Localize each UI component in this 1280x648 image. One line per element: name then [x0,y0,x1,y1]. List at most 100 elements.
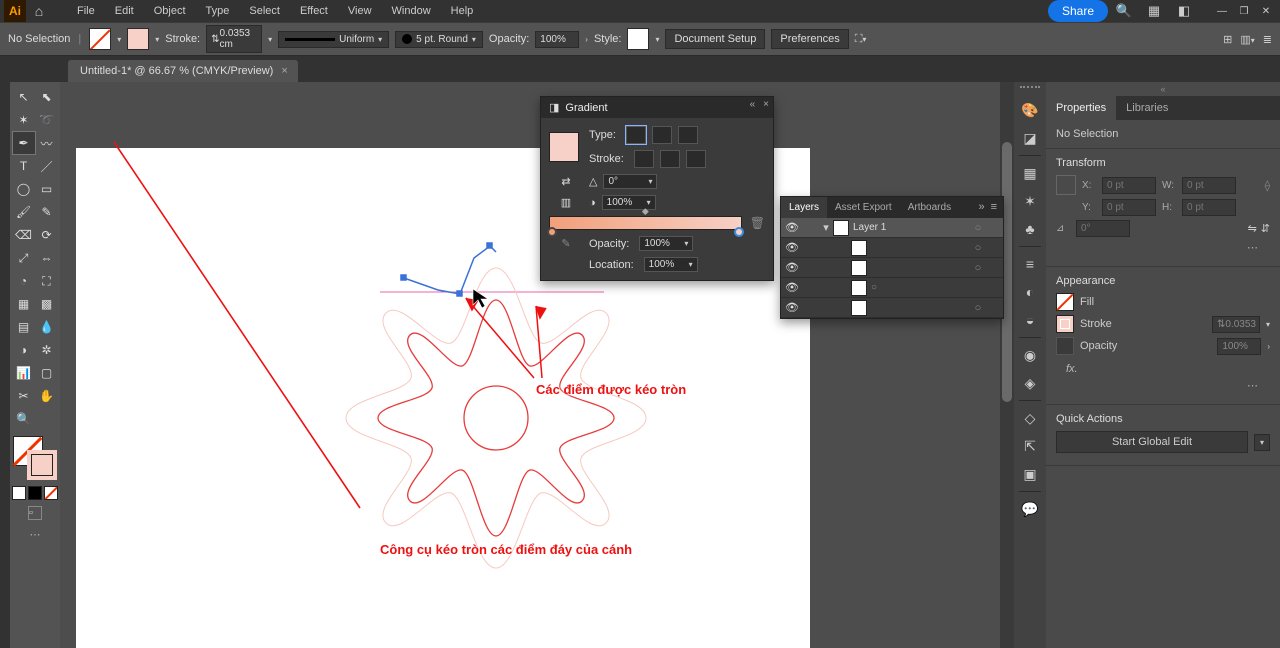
tab-close-icon[interactable]: × [281,65,287,77]
appearance-fill-swatch[interactable] [1056,293,1074,311]
stroke-grad-within-icon[interactable] [634,150,654,168]
menu-help[interactable]: Help [442,2,483,20]
line-tool-icon[interactable]: ／ [36,155,58,177]
color-panel-icon[interactable]: 🎨 [1016,96,1044,124]
opacity-field[interactable]: 100% [535,31,579,48]
stroke-indicator[interactable] [27,450,57,480]
target-icon[interactable]: ○ [969,302,987,314]
artboard-tool-icon[interactable]: ▢ [36,362,58,384]
panel-expand-icon[interactable]: » [978,201,984,214]
assetexport-panel-icon[interactable]: ⇱ [1016,432,1044,460]
target-icon[interactable]: ○ [969,222,987,234]
gradient-ramp[interactable] [549,216,742,230]
direct-selection-tool-icon[interactable]: ⬉ [36,86,58,108]
brush-tool-icon[interactable]: 🖌 [13,201,35,223]
document-tab[interactable]: Untitled-1* @ 66.67 % (CMYK/Preview) × [68,60,298,82]
column-graph-icon[interactable]: 📊 [13,362,35,384]
selection-tool-icon[interactable]: ↖ [13,86,35,108]
expand-icon[interactable]: ▾ [819,221,833,234]
stop-opacity-field[interactable]: 100%▾ [639,236,693,251]
start-global-edit-button[interactable]: Start Global Edit [1056,431,1248,453]
flip-h-icon[interactable]: ⇋ [1248,222,1257,235]
w-field[interactable] [1182,177,1236,194]
none-mode-icon[interactable] [44,486,58,500]
edit-gradient-icon[interactable]: ▥ [561,196,571,209]
tab-asset-export[interactable]: Asset Export [827,197,900,218]
gradient-mode-icon[interactable] [28,486,42,500]
x-field[interactable] [1102,177,1156,194]
gradient-stop-left[interactable] [547,227,557,237]
rotate-field[interactable] [1076,220,1130,237]
perspective-grid-icon[interactable]: ▦ [13,293,35,315]
snap-icon[interactable]: ▥▾ [1240,33,1254,46]
opacity-field[interactable]: 100% [1217,338,1261,355]
tab-properties[interactable]: Properties [1046,96,1116,120]
stroke-grad-along-icon[interactable] [660,150,680,168]
transparency-panel-icon[interactable]: ◒ [1016,306,1044,334]
swatches-panel-icon[interactable]: ▦ [1016,159,1044,187]
mesh-tool-icon[interactable]: ▩ [36,293,58,315]
shape-builder-icon[interactable]: ◔ [13,270,35,292]
panel-menu-icon[interactable]: ≡ [991,201,997,214]
menu-effect[interactable]: Effect [291,2,337,20]
canvas[interactable]: Các điểm được kéo tròn Công cụ kéo tròn … [60,82,1014,648]
home-icon[interactable]: ⌂ [28,0,50,22]
curvature-tool-icon[interactable]: 〰 [36,132,58,154]
target-icon[interactable]: ○ [969,262,987,274]
slice-tool-icon[interactable]: ✂ [13,385,35,407]
share-button[interactable]: Share [1048,0,1108,22]
scale-tool-icon[interactable]: ⤢ [13,247,35,269]
appearance-panel-icon[interactable]: ◉ [1016,341,1044,369]
blend-tool-icon[interactable]: ◑ [13,339,35,361]
transform-more-icon[interactable]: ⋯ [1056,241,1270,258]
artboards-panel-icon[interactable]: ▣ [1016,460,1044,488]
reverse-gradient-icon[interactable]: ⇄ [561,175,570,188]
symbol-sprayer-icon[interactable]: ✲ [36,339,58,361]
freeform-gradient-icon[interactable] [678,126,698,144]
preferences-button[interactable]: Preferences [771,29,848,49]
minimize-icon[interactable]: — [1212,2,1232,20]
menu-window[interactable]: Window [383,2,440,20]
gradient-stop-right[interactable] [734,227,744,237]
appearance-more-icon[interactable]: ⋯ [1056,379,1270,396]
layers-panel-icon[interactable]: ◇ [1016,404,1044,432]
restore-icon[interactable]: ❐ [1234,2,1254,20]
y-field[interactable] [1102,199,1156,216]
target-icon[interactable]: ○ [871,282,877,293]
tab-libraries[interactable]: Libraries [1116,96,1178,120]
workspace-icon[interactable]: ◧ [1170,1,1198,21]
magic-wand-tool-icon[interactable]: ✶ [13,109,35,131]
symbols-panel-icon[interactable]: ♣ [1016,215,1044,243]
stroke-grad-across-icon[interactable] [686,150,706,168]
layer-row[interactable]: 👁○ [781,258,1003,278]
grip-icon[interactable] [1020,86,1040,92]
gradient-preview-swatch[interactable] [549,132,579,162]
gradient-panel-icon[interactable]: ◐ [1016,278,1044,306]
graphicstyles-panel-icon[interactable]: ◈ [1016,369,1044,397]
gradient-tool-icon[interactable]: ▤ [13,316,35,338]
stop-color-picker-icon[interactable]: ✎ [561,237,570,250]
layer-row[interactable]: 👁▾Layer 1○ [781,218,1003,238]
colorguide-panel-icon[interactable]: ◪ [1016,124,1044,152]
brushes-panel-icon[interactable]: ✶ [1016,187,1044,215]
screen-mode-icon[interactable]: ▫ [28,506,42,520]
rotate-tool-icon[interactable]: ⟳ [36,224,58,246]
menu-type[interactable]: Type [197,2,239,20]
style-swatch[interactable] [627,28,649,50]
document-setup-button[interactable]: Document Setup [665,29,765,49]
stroke-weight-field[interactable]: ⇅0.0353 cm [206,25,262,53]
edit-toolbar-icon[interactable]: ⋯ [30,528,41,541]
visibility-icon[interactable]: 👁 [781,241,803,254]
appearance-stroke-swatch[interactable] [1056,315,1074,333]
layer-row[interactable]: 👁○ [781,238,1003,258]
gradient-angle-field[interactable]: 0°▾ [603,174,657,189]
layer-row[interactable]: 👁○ [781,278,1003,298]
tab-layers[interactable]: Layers [781,197,827,218]
free-transform-icon[interactable]: ⛶ [36,270,58,292]
fill-swatch[interactable] [89,28,111,50]
menu-object[interactable]: Object [145,2,195,20]
delete-stop-icon[interactable]: 🗑 [750,216,765,230]
brush-profile-dd[interactable]: Uniform▾ [278,31,389,48]
width-tool-icon[interactable]: ⇔ [36,247,58,269]
fill-stroke-indicator[interactable] [13,436,57,480]
